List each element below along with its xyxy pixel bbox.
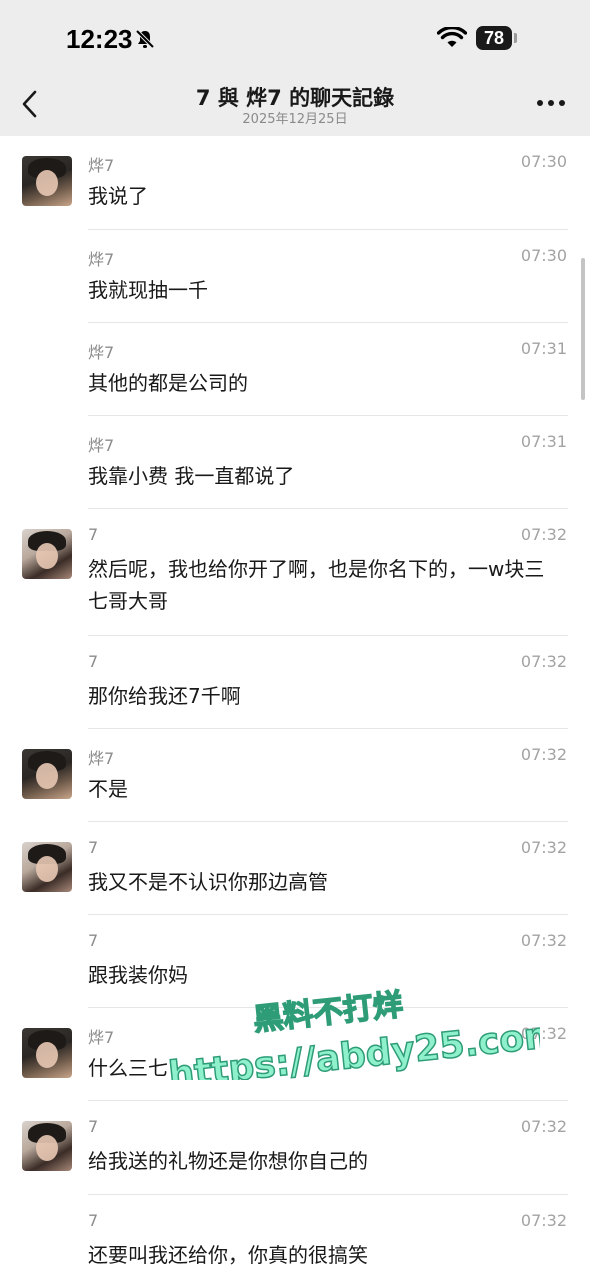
message-row[interactable]: 烨7 07:31 我靠小费 我一直都说了 [0, 416, 590, 509]
avatar-face [36, 170, 58, 196]
message-text: 其他的都是公司的 [88, 371, 248, 395]
avatar-face [36, 543, 58, 569]
sender-name: 烨7 [88, 250, 115, 269]
message-row[interactable]: 7 07:32 然后呢，我也给你开了啊，也是你名下的，一w块三七哥大哥 [0, 509, 590, 636]
message-row[interactable]: 7 07:32 那你给我还7千啊 [0, 636, 590, 729]
sender-name: 烨7 [88, 1028, 115, 1047]
top-bar: 12:23 78 7 與 烨7 的聊天記錄 2025年12月25日 [0, 0, 590, 136]
message-time: 07:32 [520, 652, 567, 671]
message-row[interactable]: 烨7 07:30 我就现抽一千 [0, 230, 590, 323]
battery-indicator: 78 [476, 26, 512, 50]
avatar-face [36, 1135, 58, 1161]
avatar-face [36, 763, 58, 789]
sender-name: 烨7 [88, 436, 115, 455]
message-text: 然后呢，我也给你开了啊，也是你名下的，一w块三七哥大哥 [88, 557, 545, 613]
sender-name: 烨7 [88, 156, 115, 175]
sender-name: 7 [88, 652, 99, 671]
battery-cap [514, 33, 517, 43]
message-time: 07:31 [520, 339, 567, 358]
sender-name: 烨7 [88, 343, 115, 362]
sender-name: 烨7 [88, 749, 115, 768]
message-row[interactable]: 烨7 07:30 我说了 [0, 136, 590, 230]
chat-date: 2025年12月25日 [242, 112, 348, 127]
message-row[interactable]: 烨7 07:31 其他的都是公司的 [0, 323, 590, 416]
message-row[interactable]: 7 07:32 还要叫我还给你，你真的很搞笑 [0, 1195, 590, 1280]
bell-muted-icon [135, 29, 155, 49]
status-time: 12:23 [66, 24, 133, 54]
more-options-icon[interactable] [536, 98, 566, 108]
message-time: 07:30 [520, 246, 567, 265]
sender-name: 7 [88, 1211, 99, 1230]
sender-name: 7 [88, 1117, 99, 1136]
avatar[interactable] [22, 842, 72, 892]
avatar-face [36, 1042, 58, 1068]
message-row[interactable]: 7 07:32 跟我装你妈 [0, 915, 590, 1008]
message-text: 那你给我还7千啊 [88, 684, 241, 708]
message-text: 我说了 [88, 184, 148, 208]
sender-name: 7 [88, 931, 99, 950]
message-text: 我靠小费 我一直都说了 [88, 464, 295, 488]
message-text: 给我送的礼物还是你想你自己的 [88, 1149, 368, 1173]
message-time: 07:32 [520, 931, 567, 950]
sender-name: 7 [88, 838, 99, 857]
message-text: 我又不是不认识你那边高管 [88, 870, 328, 894]
message-time: 07:32 [520, 525, 567, 544]
message-time: 07:30 [520, 152, 567, 171]
message-time: 07:32 [520, 745, 567, 764]
message-time: 07:32 [520, 1117, 567, 1136]
wifi-icon [437, 27, 467, 47]
message-text: 不是 [88, 777, 128, 801]
message-text: 还要叫我还给你，你真的很搞笑 [88, 1243, 368, 1267]
message-row[interactable]: 7 07:32 我又不是不认识你那边高管 [0, 822, 590, 915]
message-row[interactable]: 7 07:32 给我送的礼物还是你想你自己的 [0, 1101, 590, 1195]
sender-name: 7 [88, 525, 99, 544]
message-row[interactable]: 烨7 07:32 什么三七 [0, 1008, 590, 1101]
message-text: 跟我装你妈 [88, 963, 188, 987]
avatar[interactable] [22, 749, 72, 799]
message-list[interactable]: 烨7 07:30 我说了 烨7 07:30 我就现抽一千 烨7 07:31 其他的都是公司的 烨7… [0, 136, 590, 1280]
message-time: 07:32 [520, 838, 567, 857]
message-time: 07:32 [520, 1211, 567, 1230]
avatar-face [36, 856, 58, 882]
avatar[interactable] [22, 1028, 72, 1078]
scrollbar[interactable] [581, 258, 585, 400]
message-text: 什么三七 [88, 1056, 168, 1080]
message-time: 07:32 [520, 1024, 567, 1043]
avatar[interactable] [22, 1121, 72, 1171]
message-time: 07:31 [520, 432, 567, 451]
avatar[interactable] [22, 156, 72, 206]
message-text: 我就现抽一千 [88, 278, 208, 302]
back-chevron-icon[interactable] [18, 88, 42, 120]
avatar[interactable] [22, 529, 72, 579]
message-row[interactable]: 烨7 07:32 不是 [0, 729, 590, 822]
